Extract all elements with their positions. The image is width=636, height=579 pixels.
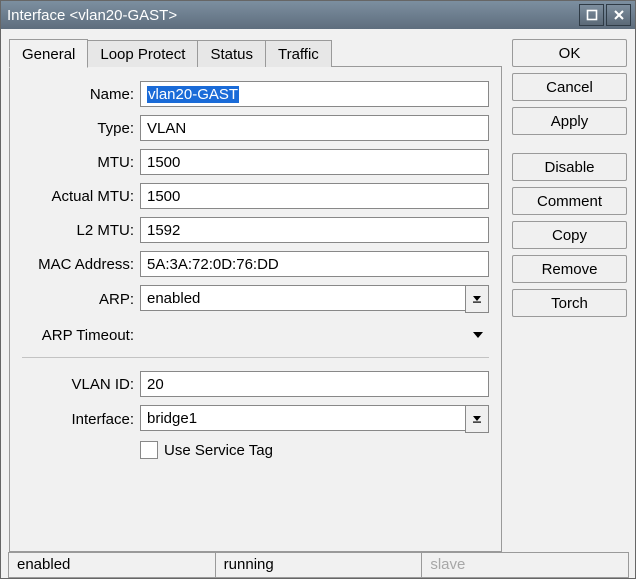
mtu-field[interactable]: [140, 149, 489, 175]
tab-panel-general: Name: vlan20-GAST Type: MTU:: [9, 66, 502, 552]
chevron-down-icon: [472, 330, 484, 340]
window-title: Interface <vlan20-GAST>: [7, 7, 177, 24]
tab-strip: General Loop Protect Status Traffic: [9, 37, 502, 67]
form-column: General Loop Protect Status Traffic Name…: [9, 37, 502, 552]
torch-button[interactable]: Torch: [512, 289, 627, 317]
disable-button[interactable]: Disable: [512, 153, 627, 181]
label-actual-mtu: Actual MTU:: [22, 188, 134, 205]
name-field[interactable]: vlan20-GAST: [140, 81, 489, 107]
actual-mtu-field: [140, 183, 489, 209]
name-value: vlan20-GAST: [147, 86, 239, 103]
arp-timeout-dropdown-button[interactable]: [467, 321, 489, 349]
comment-button[interactable]: Comment: [512, 187, 627, 215]
side-buttons: OK Cancel Apply Disable Comment Copy Rem…: [512, 37, 627, 552]
label-name: Name:: [22, 86, 134, 103]
copy-button[interactable]: Copy: [512, 221, 627, 249]
dialog-window: Interface <vlan20-GAST> General Loop Pro…: [0, 0, 636, 579]
separator: [22, 357, 489, 359]
arp-select[interactable]: [140, 285, 465, 311]
label-arp: ARP:: [22, 291, 134, 308]
label-interface: Interface:: [22, 411, 134, 428]
close-button[interactable]: [606, 4, 631, 26]
status-cell-1: enabled: [8, 552, 216, 578]
label-mtu: MTU:: [22, 154, 134, 171]
ok-button[interactable]: OK: [512, 39, 627, 67]
tab-status[interactable]: Status: [197, 40, 266, 67]
label-type: Type:: [22, 120, 134, 137]
apply-button[interactable]: Apply: [512, 107, 627, 135]
vlan-id-field[interactable]: [140, 371, 489, 397]
dropdown-arrow-icon: [472, 294, 482, 304]
mac-address-field[interactable]: [140, 251, 489, 277]
undock-button[interactable]: [579, 4, 604, 26]
label-mac: MAC Address:: [22, 256, 134, 273]
tab-traffic[interactable]: Traffic: [265, 40, 332, 67]
interface-dropdown-button[interactable]: [465, 405, 489, 433]
label-arp-timeout: ARP Timeout:: [22, 327, 134, 344]
undock-icon: [586, 9, 598, 21]
dropdown-arrow-icon: [472, 414, 482, 424]
interface-select[interactable]: [140, 405, 465, 431]
status-bar: enabled running slave: [8, 552, 628, 578]
use-service-tag-label: Use Service Tag: [164, 442, 273, 459]
close-icon: [613, 9, 625, 21]
tab-loop-protect[interactable]: Loop Protect: [87, 40, 198, 67]
tab-general[interactable]: General: [9, 39, 88, 68]
type-field: [140, 115, 489, 141]
use-service-tag-checkbox[interactable]: [140, 441, 158, 459]
cancel-button[interactable]: Cancel: [512, 73, 627, 101]
title-bar: Interface <vlan20-GAST>: [1, 1, 635, 29]
l2-mtu-field[interactable]: [140, 217, 489, 243]
status-cell-3: slave: [421, 552, 629, 578]
label-l2-mtu: L2 MTU:: [22, 222, 134, 239]
status-cell-2: running: [215, 552, 423, 578]
remove-button[interactable]: Remove: [512, 255, 627, 283]
client-area: General Loop Protect Status Traffic Name…: [1, 29, 635, 578]
label-vlan-id: VLAN ID:: [22, 376, 134, 393]
arp-dropdown-button[interactable]: [465, 285, 489, 313]
